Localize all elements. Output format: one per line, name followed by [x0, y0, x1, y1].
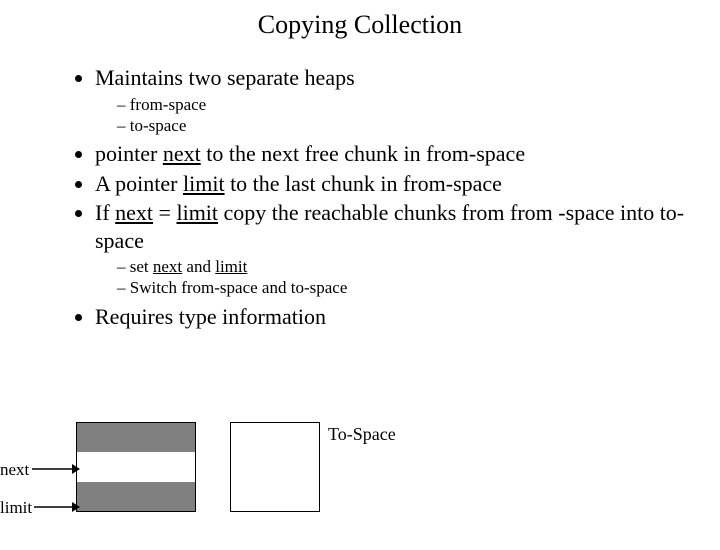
bullet-4-mid: = [153, 200, 176, 225]
bullet-4-pre: If [95, 200, 115, 225]
limit-pointer-label: limit [0, 498, 32, 518]
bullet-4-sub-1-u2: limit [215, 257, 247, 276]
bullet-2-post: to the next free chunk in from-space [201, 141, 525, 166]
bullet-3-pre: A pointer [95, 171, 183, 196]
bullet-4-sub-2: Switch from-space and to-space [117, 277, 720, 298]
bullet-1-sub-1: from-space [117, 94, 720, 115]
bullet-4-sublist: set next and limit Switch from-space and… [117, 256, 720, 299]
bullet-4-sub-1: set next and limit [117, 256, 720, 277]
bullet-2: pointer next to the next free chunk in f… [95, 140, 720, 168]
from-space-used-top [77, 423, 195, 452]
bullet-1: Maintains two separate heaps from-space … [95, 64, 720, 136]
bullet-4-u1: next [115, 200, 153, 225]
bullet-4: If next = limit copy the reachable chunk… [95, 199, 720, 299]
bullet-1-text: Maintains two separate heaps [95, 65, 355, 90]
bullet-4-sub-1-pre: set [130, 257, 153, 276]
bullet-4-u2: limit [176, 200, 218, 225]
bullet-2-pre: pointer [95, 141, 163, 166]
to-space-box [230, 422, 320, 512]
diagram: To-Space next limit [0, 422, 720, 532]
to-space-label: To-Space [328, 424, 396, 445]
from-space-box [76, 422, 196, 512]
bullet-3: A pointer limit to the last chunk in fro… [95, 170, 720, 198]
bullet-3-post: to the last chunk in from-space [225, 171, 502, 196]
bullet-4-sub-1-u1: next [153, 257, 182, 276]
bullet-1-sublist: from-space to-space [117, 94, 720, 137]
next-pointer-label: next [0, 460, 29, 480]
limit-arrow-icon [34, 500, 80, 514]
slide-title: Copying Collection [0, 10, 720, 40]
bullet-5: Requires type information [95, 303, 720, 331]
bullet-list: Maintains two separate heaps from-space … [0, 64, 720, 330]
from-space-used-bottom [77, 482, 195, 511]
bullet-2-underline: next [163, 141, 201, 166]
from-space-free [77, 452, 195, 481]
bullet-3-underline: limit [183, 171, 225, 196]
next-arrow-icon [32, 462, 80, 476]
bullet-4-sub-1-mid: and [182, 257, 215, 276]
bullet-1-sub-2: to-space [117, 115, 720, 136]
